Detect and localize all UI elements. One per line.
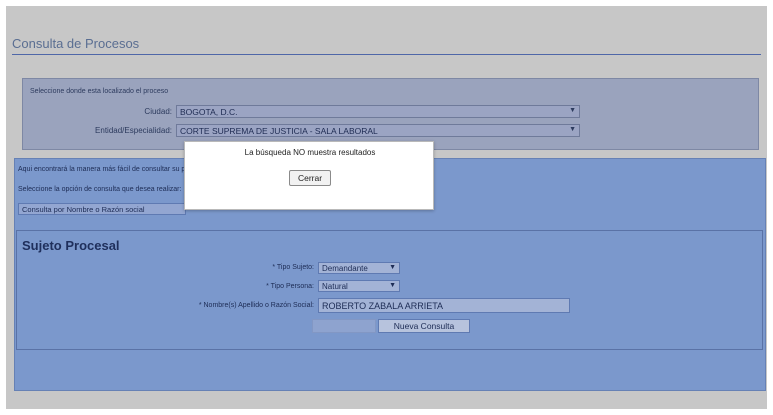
tipo-sujeto-label: * Tipo Sujeto:	[272, 264, 314, 271]
nombre-input[interactable]: ROBERTO ZABALA ARRIETA	[318, 298, 570, 313]
page-title: Consulta de Procesos	[12, 36, 140, 51]
nueva-consulta-button[interactable]: Nueva Consulta	[378, 319, 470, 333]
no-results-dialog: La búsqueda NO muestra resultados Cerrar	[184, 141, 434, 210]
chevron-down-icon: ▼	[389, 264, 396, 271]
dialog-message: La búsqueda NO muestra resultados	[244, 148, 376, 157]
chevron-down-icon: ▼	[389, 282, 396, 289]
cerrar-button[interactable]: Cerrar	[289, 170, 331, 186]
consultar-button[interactable]	[312, 319, 376, 333]
ciudad-select[interactable]: BOGOTA, D.C. ▼	[176, 105, 580, 118]
title-divider	[12, 54, 761, 55]
tipo-persona-label: * Tipo Persona:	[266, 283, 314, 290]
entidad-select[interactable]: CORTE SUPREMA DE JUSTICIA - SALA LABORAL…	[176, 124, 580, 137]
chevron-down-icon: ▼	[569, 126, 576, 133]
consulta-type-select[interactable]: Consulta por Nombre o Razón social	[18, 203, 186, 215]
tipo-persona-value: Natural	[322, 282, 348, 291]
entidad-select-value: CORTE SUPREMA DE JUSTICIA - SALA LABORAL	[180, 126, 378, 136]
tipo-persona-select[interactable]: Natural ▼	[318, 280, 400, 292]
consulta-intro-text: Aqui encontrará la manera más fácil de c…	[18, 166, 209, 173]
entidad-label: Entidad/Especialidad:	[95, 126, 172, 135]
consulta-option-text: Seleccione la opción de consulta que des…	[18, 186, 182, 193]
chevron-down-icon: ▼	[569, 107, 576, 114]
ciudad-label: Ciudad:	[144, 107, 172, 116]
tipo-sujeto-select[interactable]: Demandante ▼	[318, 262, 400, 274]
nombre-label: * Nombre(s) Apellido o Razón Social:	[198, 302, 314, 309]
location-heading: Seleccione donde esta localizado el proc…	[30, 88, 169, 95]
tipo-sujeto-value: Demandante	[322, 264, 368, 273]
ciudad-select-value: BOGOTA, D.C.	[180, 107, 238, 117]
sujeto-procesal-title: Sujeto Procesal	[22, 238, 120, 253]
